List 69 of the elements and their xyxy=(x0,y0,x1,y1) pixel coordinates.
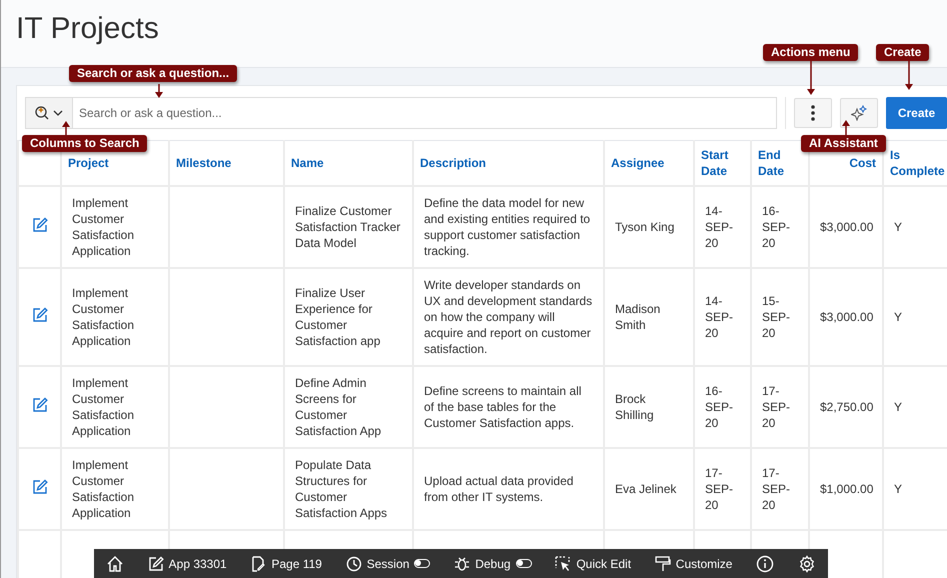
edit-icon[interactable] xyxy=(32,479,48,495)
table-cell: 17-SEP-20 xyxy=(751,448,809,530)
column-header[interactable]: Start Date xyxy=(694,140,751,186)
bug-icon xyxy=(454,556,470,572)
callout-arrow-tooltip xyxy=(904,60,914,90)
columns-search-button[interactable] xyxy=(25,97,73,129)
table-cell: Define Admin Screens for Customer Satisfaction App xyxy=(284,366,413,448)
callout-tooltip: Columns to Search xyxy=(22,135,148,152)
table-cell: Implement Customer Satisfaction Application xyxy=(61,448,169,530)
table-cell: $1,000.00 xyxy=(809,448,883,530)
table-cell: Implement Customer Satisfaction Application xyxy=(61,186,169,268)
table-cell: Finalize Customer Satisfaction Tracker Data Model xyxy=(284,186,413,268)
table-cell: $3,000.00 xyxy=(809,186,883,268)
table-cell: 14-SEP-20 xyxy=(694,186,751,268)
toolbar-page-button[interactable]: Page 119 xyxy=(246,552,326,574)
table-cell: 16-SEP-20 xyxy=(751,186,809,268)
toolbar-quickedit-button[interactable]: Quick Edit xyxy=(551,552,636,574)
clock-icon xyxy=(346,556,362,572)
table-cell: Tyson King xyxy=(604,186,694,268)
actions-menu-button[interactable] xyxy=(794,98,832,128)
edit-icon[interactable] xyxy=(32,217,48,233)
table-cell: Madison Smith xyxy=(604,268,694,366)
toolbar-customize-button[interactable]: Customize xyxy=(650,552,736,574)
home-icon xyxy=(106,554,124,572)
table-cell: 15-SEP-20 xyxy=(751,268,809,366)
toolbar-session-button[interactable]: Session xyxy=(342,552,434,574)
info-icon xyxy=(756,554,774,572)
edit-icon[interactable] xyxy=(32,307,48,323)
search-columns-icon xyxy=(34,105,64,121)
table-cell: 17-SEP-20 xyxy=(694,448,751,530)
toolbar-app-button[interactable]: App 33301 xyxy=(144,552,231,574)
table-cell: Eva Jelinek xyxy=(604,448,694,530)
paint-roller-icon xyxy=(654,556,671,572)
table-cell: Finalize User Experience for Customer Satisfaction app xyxy=(284,268,413,366)
column-header[interactable]: Name xyxy=(284,140,413,186)
table-cell: Write developer standards on UX and development standards on how the company will acquire and report on customer satisfaction. xyxy=(413,268,604,366)
column-header[interactable]: Assignee xyxy=(604,140,694,186)
callout-tooltip: AI Assistant xyxy=(801,135,886,152)
search-field[interactable]: Search or ask a question... xyxy=(73,97,777,129)
settings-icon xyxy=(798,554,816,572)
table-cell: 16-SEP-20 xyxy=(694,366,751,448)
callout-tooltip: Actions menu xyxy=(763,44,858,61)
edit-icon[interactable] xyxy=(32,397,48,413)
page-edit-icon xyxy=(250,556,266,572)
callout-tooltip: Search or ask a question... xyxy=(69,65,238,82)
callout-arrow-tooltip xyxy=(806,60,816,95)
column-header[interactable]: Description xyxy=(413,140,604,186)
table-cell: 17-SEP-20 xyxy=(751,366,809,448)
table-cell: Upload actual data provided from other IT systems. xyxy=(413,448,604,530)
table-cell: Implement Customer Satisfaction Application xyxy=(61,366,169,448)
table-cell: Populate Data Structures for Customer Satisfaction Apps xyxy=(284,448,413,530)
callout-arrow-tooltip xyxy=(61,121,71,135)
more-vertical-icon xyxy=(811,105,815,121)
callout-tooltip: Create xyxy=(876,44,930,61)
table-cell: Define screens to maintain all of the base tables for the Customer Satisfaction apps. xyxy=(413,366,604,448)
column-header[interactable]: Milestone xyxy=(169,140,284,186)
callout-arrow-tooltip xyxy=(154,84,164,98)
table-cell: 14-SEP-20 xyxy=(694,268,751,366)
edit-icon xyxy=(148,556,164,572)
table-cell: Define the data model for new and existing entities required to support customer satisfaction tracking. xyxy=(413,186,604,268)
ai-assistant-button[interactable] xyxy=(840,98,878,128)
table-cell: Brock Shilling xyxy=(604,366,694,448)
table-cell: Implement Customer Satisfaction Application xyxy=(61,268,169,366)
callout-arrow-tooltip xyxy=(841,120,851,135)
table-cell: $2,750.00 xyxy=(809,366,883,448)
create-button[interactable]: Create xyxy=(886,97,947,129)
cursor-select-icon xyxy=(555,556,572,572)
sparkle-icon xyxy=(851,105,867,121)
table-cell: $3,000.00 xyxy=(809,268,883,366)
